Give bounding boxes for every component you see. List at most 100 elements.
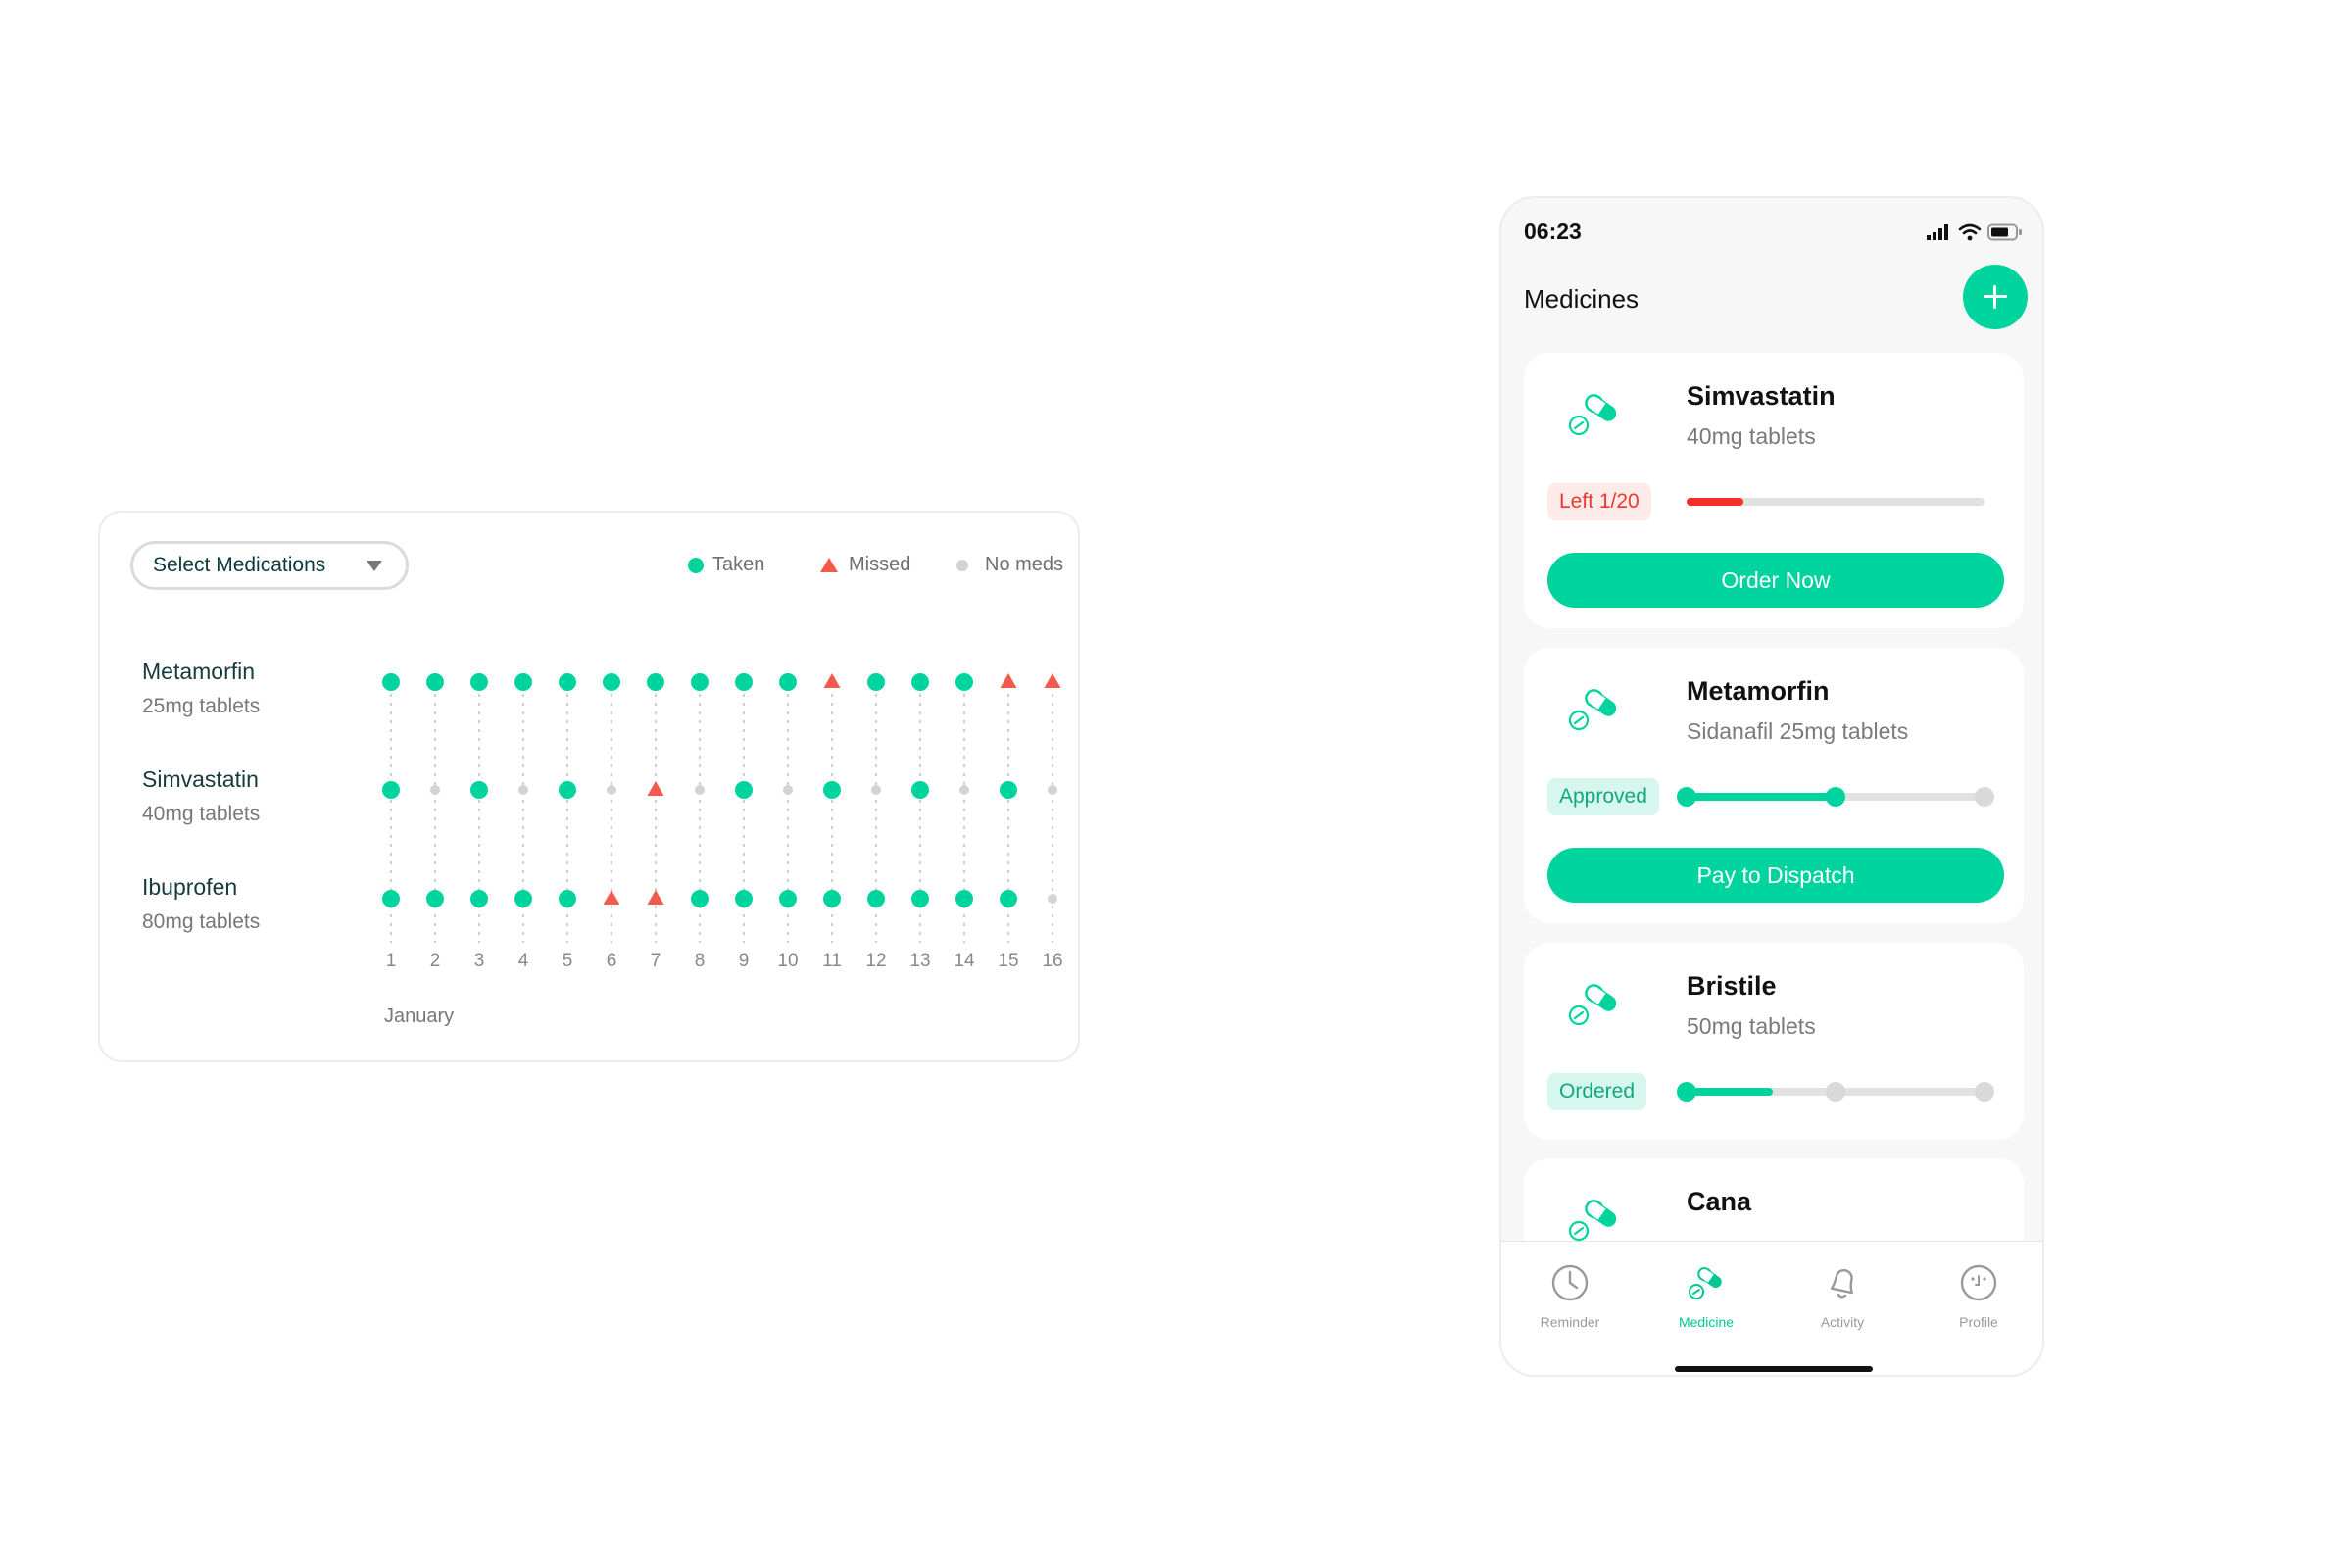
legend-no-meds: No meds — [956, 554, 1063, 576]
taken-dot[interactable] — [735, 781, 753, 799]
medicine-name: Simvastatin — [1687, 381, 1836, 411]
day-label: 6 — [607, 951, 617, 971]
tab-reminder[interactable]: Reminder — [1516, 1263, 1624, 1330]
day-label: 4 — [518, 951, 529, 971]
status-step-dot — [1677, 1082, 1696, 1102]
missed-triangle[interactable] — [603, 890, 620, 905]
legend-taken-label: Taken — [712, 554, 765, 575]
taken-dot[interactable] — [911, 890, 929, 907]
taken-dot[interactable] — [470, 673, 488, 691]
missed-triangle[interactable] — [823, 673, 841, 688]
medicine-card[interactable]: Metamorfin Sidanafil 25mg tablets Approved… — [1524, 648, 2024, 923]
med-dose: 80mg tablets — [142, 910, 261, 933]
taken-dot[interactable] — [823, 781, 841, 799]
medicine-card[interactable]: Simvastatin 40mg tablets Left 1/20 Order N… — [1524, 353, 2024, 628]
select-medications-dropdown[interactable]: Select Medications — [130, 541, 409, 590]
taken-dot[interactable] — [823, 890, 841, 907]
status-step-dot — [1677, 787, 1696, 807]
card-action-button[interactable]: Order Now — [1547, 553, 2004, 608]
medicine-card[interactable]: Bristile 50mg tablets Ordered — [1524, 943, 2024, 1140]
signal-icon — [1927, 224, 1948, 240]
taken-dot[interactable] — [691, 890, 709, 907]
taken-dot[interactable] — [514, 890, 532, 907]
missed-triangle[interactable] — [647, 781, 664, 796]
taken-dot[interactable] — [514, 673, 532, 691]
taken-dot[interactable] — [779, 890, 797, 907]
day-label: 8 — [695, 951, 706, 971]
taken-dot[interactable] — [779, 673, 797, 691]
medicine-name: Bristile — [1687, 971, 1777, 1001]
clock-icon — [1550, 1263, 1590, 1307]
taken-dot[interactable] — [867, 673, 885, 691]
taken-dot[interactable] — [603, 673, 620, 691]
taken-dot[interactable] — [911, 781, 929, 799]
card-action-button[interactable]: Pay to Dispatch — [1547, 848, 2004, 903]
taken-dot[interactable] — [426, 673, 444, 691]
missed-triangle[interactable] — [1044, 673, 1061, 688]
tab-label: Activity — [1820, 1314, 1865, 1330]
taken-dot[interactable] — [735, 890, 753, 907]
taken-dot[interactable] — [735, 673, 753, 691]
tab-profile[interactable]: Profile — [1925, 1263, 2033, 1330]
taken-dot[interactable] — [382, 673, 400, 691]
day-label: 7 — [651, 951, 662, 971]
tab-medicine[interactable]: Medicine — [1652, 1263, 1760, 1330]
legend-missed-label: Missed — [849, 554, 911, 575]
taken-dot[interactable] — [470, 890, 488, 907]
taken-dot[interactable] — [956, 890, 973, 907]
tab-activity[interactable]: Activity — [1788, 1263, 1896, 1330]
missed-triangle[interactable] — [1000, 673, 1017, 688]
missed-triangle[interactable] — [647, 890, 664, 905]
face-icon — [1959, 1263, 1998, 1307]
status-step-dot — [1826, 787, 1845, 807]
taken-dot[interactable] — [559, 781, 576, 799]
pill-icon — [1687, 1263, 1726, 1307]
taken-dot[interactable] — [1000, 890, 1017, 907]
taken-dot-icon — [688, 557, 704, 573]
taken-dot[interactable] — [382, 890, 400, 907]
medicine-dose: 50mg tablets — [1687, 1013, 1816, 1039]
no-meds-dot[interactable] — [518, 785, 528, 795]
no-meds-dot[interactable] — [783, 785, 793, 795]
wifi-icon — [1958, 223, 1982, 241]
no-meds-dot[interactable] — [1048, 785, 1057, 795]
no-meds-dot[interactable] — [871, 785, 881, 795]
day-label: 16 — [1042, 951, 1062, 971]
day-label: 10 — [777, 951, 798, 971]
page-title: Medicines — [1524, 284, 1640, 314]
status-badge: Approved — [1547, 778, 1659, 815]
taken-dot[interactable] — [691, 673, 709, 691]
day-label: 15 — [998, 951, 1018, 971]
day-label: 9 — [739, 951, 750, 971]
month-label: January — [384, 1005, 455, 1027]
taken-dot[interactable] — [1000, 781, 1017, 799]
no-meds-dot[interactable] — [607, 785, 616, 795]
taken-dot[interactable] — [867, 890, 885, 907]
pill-icon — [1567, 683, 1626, 737]
day-label: 12 — [865, 951, 886, 971]
supply-progress-fill — [1687, 498, 1743, 506]
taken-dot[interactable] — [382, 781, 400, 799]
no-meds-dot[interactable] — [1048, 894, 1057, 904]
missed-triangle-icon — [820, 558, 838, 572]
medicine-dose: 40mg tablets — [1687, 423, 1816, 449]
day-label: 1 — [386, 951, 397, 971]
legend-taken: Taken — [688, 554, 764, 576]
no-meds-dot[interactable] — [695, 785, 705, 795]
taken-dot[interactable] — [470, 781, 488, 799]
add-medicine-button[interactable] — [1963, 265, 2028, 329]
no-meds-dot[interactable] — [959, 785, 969, 795]
med-name: Simvastatin — [142, 766, 259, 792]
taken-dot[interactable] — [426, 890, 444, 907]
taken-dot[interactable] — [647, 673, 664, 691]
legend-missed: Missed — [820, 554, 910, 576]
med-dose: 25mg tablets — [142, 695, 261, 717]
taken-dot[interactable] — [911, 673, 929, 691]
no-meds-dot[interactable] — [430, 785, 440, 795]
taken-dot[interactable] — [559, 673, 576, 691]
status-badge: Left 1/20 — [1547, 483, 1651, 520]
pill-icon — [1567, 388, 1626, 442]
taken-dot[interactable] — [559, 890, 576, 907]
taken-dot[interactable] — [956, 673, 973, 691]
med-name: Ibuprofen — [142, 874, 238, 900]
